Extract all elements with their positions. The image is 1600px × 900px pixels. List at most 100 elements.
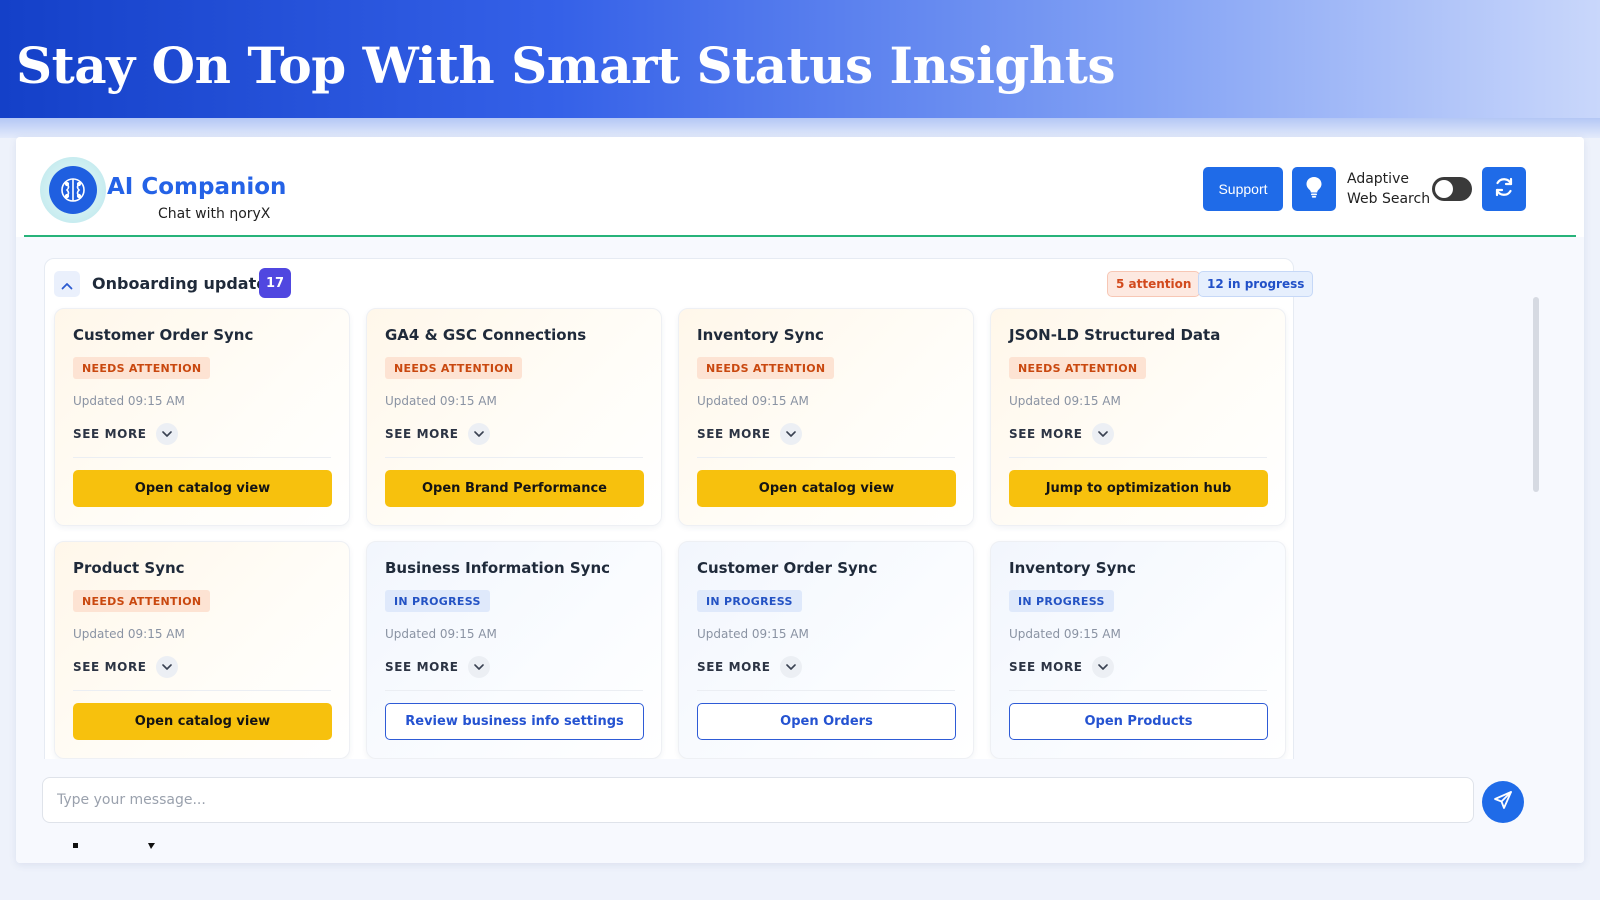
card-action-button[interactable]: Open catalog view [697, 470, 956, 507]
updated-timestamp: Updated 09:15 AM [73, 627, 185, 641]
scrollbar[interactable] [1533, 297, 1539, 492]
see-more-toggle[interactable]: SEE MORE [385, 423, 490, 445]
banner-shadow [0, 118, 1600, 138]
card-action-button[interactable]: Review business info settings [385, 703, 644, 740]
see-more-label: SEE MORE [1009, 660, 1083, 674]
card-title: GA4 & GSC Connections [385, 326, 587, 344]
card-divider [1009, 690, 1267, 691]
card-action-button[interactable]: Jump to optimization hub [1009, 470, 1268, 507]
chevron-up-icon [61, 275, 73, 294]
banner-title: Stay On Top With Smart Status Insights [16, 36, 1116, 95]
refresh-icon [1493, 176, 1515, 202]
card-divider [73, 690, 331, 691]
ai-companion-window: AI Companion Chat with ηoryX Support Ada… [16, 137, 1584, 863]
status-badge: IN PROGRESS [385, 590, 490, 612]
updated-timestamp: Updated 09:15 AM [697, 394, 809, 408]
see-more-toggle[interactable]: SEE MORE [697, 423, 802, 445]
status-card: Inventory Sync NEEDS ATTENTION Updated 0… [678, 308, 974, 526]
see-more-toggle[interactable]: SEE MORE [1009, 656, 1114, 678]
chevron-down-icon [779, 656, 802, 678]
adaptive-web-search-label: Adaptive Web Search [1347, 171, 1431, 207]
chevron-down-icon [155, 423, 178, 445]
card-action-button[interactable]: Open catalog view [73, 470, 332, 507]
app-logo [40, 157, 106, 223]
see-more-toggle[interactable]: SEE MORE [1009, 423, 1114, 445]
refresh-button[interactable] [1482, 167, 1526, 211]
update-count-badge: 17 [259, 268, 291, 298]
card-divider [697, 690, 955, 691]
see-more-label: SEE MORE [73, 660, 147, 674]
card-title: JSON-LD Structured Data [1009, 326, 1221, 344]
lightbulb-button[interactable] [1292, 167, 1336, 211]
card-divider [73, 457, 331, 458]
header-divider [24, 235, 1576, 237]
card-title: Product Sync [73, 559, 185, 577]
card-divider [385, 690, 643, 691]
see-more-label: SEE MORE [385, 660, 459, 674]
cropped-text-fragment [73, 843, 155, 849]
see-more-toggle[interactable]: SEE MORE [697, 656, 802, 678]
card-divider [1009, 457, 1267, 458]
see-more-label: SEE MORE [697, 660, 771, 674]
lightbulb-icon [1305, 176, 1323, 202]
chevron-down-icon [779, 423, 802, 445]
status-badge: IN PROGRESS [697, 590, 802, 612]
status-card: Customer Order Sync IN PROGRESS Updated … [678, 541, 974, 759]
card-title: Inventory Sync [1009, 559, 1136, 577]
card-title: Customer Order Sync [697, 559, 878, 577]
card-action-button[interactable]: Open Products [1009, 703, 1268, 740]
status-badge: NEEDS ATTENTION [73, 590, 211, 612]
chevron-down-icon [1091, 656, 1114, 678]
card-divider [697, 457, 955, 458]
title-banner: Stay On Top With Smart Status Insights [0, 0, 1600, 118]
see-more-label: SEE MORE [385, 427, 459, 441]
chevron-down-icon [467, 656, 490, 678]
updated-timestamp: Updated 09:15 AM [73, 394, 185, 408]
updated-timestamp: Updated 09:15 AM [697, 627, 809, 641]
status-badge: NEEDS ATTENTION [73, 357, 211, 379]
chevron-down-icon [467, 423, 490, 445]
see-more-label: SEE MORE [73, 427, 147, 441]
support-button[interactable]: Support [1203, 167, 1283, 211]
status-card: GA4 & GSC Connections NEEDS ATTENTION Up… [366, 308, 662, 526]
card-action-button[interactable]: Open catalog view [73, 703, 332, 740]
card-title: Inventory Sync [697, 326, 824, 344]
updated-timestamp: Updated 09:15 AM [1009, 394, 1121, 408]
adaptive-web-search-toggle[interactable] [1432, 177, 1472, 201]
status-badge: NEEDS ATTENTION [697, 357, 835, 379]
see-more-toggle[interactable]: SEE MORE [73, 423, 178, 445]
brain-icon [49, 166, 97, 214]
message-input[interactable] [42, 777, 1474, 823]
app-title: AI Companion [107, 174, 287, 200]
chevron-down-icon [1091, 423, 1114, 445]
card-action-button[interactable]: Open Orders [697, 703, 956, 740]
card-action-button[interactable]: Open Brand Performance [385, 470, 644, 507]
updated-timestamp: Updated 09:15 AM [385, 394, 497, 408]
send-button[interactable] [1482, 781, 1524, 823]
in-progress-count-pill: 12 in progress [1198, 271, 1314, 297]
status-card: Product Sync NEEDS ATTENTION Updated 09:… [54, 541, 350, 759]
status-card: JSON-LD Structured Data NEEDS ATTENTION … [990, 308, 1286, 526]
collapse-button[interactable] [54, 271, 80, 297]
attention-count-pill: 5 attention [1107, 271, 1201, 297]
app-header: AI Companion Chat with ηoryX Support Ada… [16, 137, 1584, 237]
see-more-label: SEE MORE [1009, 427, 1083, 441]
updated-timestamp: Updated 09:15 AM [385, 627, 497, 641]
chevron-down-icon [155, 656, 178, 678]
status-badge: IN PROGRESS [1009, 590, 1114, 612]
send-icon [1493, 790, 1513, 814]
card-divider [385, 457, 643, 458]
status-card: Customer Order Sync NEEDS ATTENTION Upda… [54, 308, 350, 526]
toggle-knob [1435, 180, 1453, 198]
status-card: Business Information Sync IN PROGRESS Up… [366, 541, 662, 759]
updated-timestamp: Updated 09:15 AM [1009, 627, 1121, 641]
card-title: Customer Order Sync [73, 326, 254, 344]
card-title: Business Information Sync [385, 559, 611, 577]
status-badge: NEEDS ATTENTION [385, 357, 523, 379]
status-badge: NEEDS ATTENTION [1009, 357, 1147, 379]
status-card: Inventory Sync IN PROGRESS Updated 09:15… [990, 541, 1286, 759]
app-subtitle: Chat with ηoryX [158, 206, 271, 222]
see-more-label: SEE MORE [697, 427, 771, 441]
see-more-toggle[interactable]: SEE MORE [385, 656, 490, 678]
see-more-toggle[interactable]: SEE MORE [73, 656, 178, 678]
